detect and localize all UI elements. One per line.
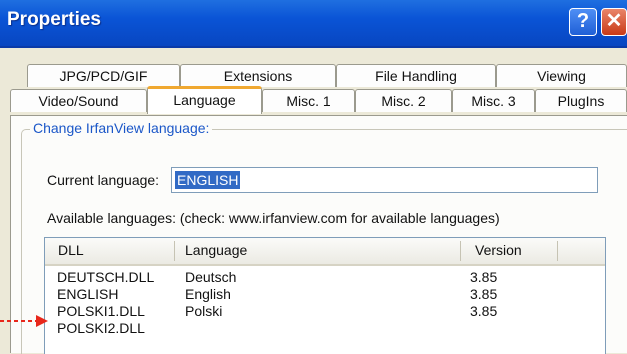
list-header: DLL Language Version [45, 238, 605, 266]
row-language: English [185, 286, 231, 302]
help-button[interactable]: ? [569, 8, 597, 36]
dashed-arrow-icon [0, 315, 48, 327]
column-language[interactable]: Language [185, 242, 247, 258]
tab-misc-2[interactable]: Misc. 2 [355, 89, 452, 112]
row-version: 3.85 [470, 286, 498, 302]
tab-extensions[interactable]: Extensions [180, 64, 336, 87]
row-dll[interactable]: POLSKI2.DLL [57, 320, 145, 336]
tab-misc-3[interactable]: Misc. 3 [452, 89, 535, 112]
tab-plugins[interactable]: PlugIns [535, 89, 627, 112]
column-dll[interactable]: DLL [58, 242, 84, 258]
group-label: Change IrfanView language: [30, 120, 213, 136]
row-language: Polski [185, 303, 223, 319]
window-title: Properties [7, 9, 101, 30]
tab-video-sound[interactable]: Video/Sound [10, 89, 147, 112]
close-button[interactable]: ✕ [601, 8, 627, 36]
column-version[interactable]: Version [475, 242, 522, 258]
row-dll[interactable]: DEUTSCH.DLL [57, 269, 154, 285]
row-version: 3.85 [470, 303, 498, 319]
current-language-label: Current language: [47, 172, 160, 188]
current-language-field[interactable]: ENGLISH [171, 167, 598, 193]
row-dll[interactable]: ENGLISH [57, 286, 118, 302]
tab-jpg-pcd-gif[interactable]: JPG/PCD/GIF [27, 64, 180, 87]
current-language-value: ENGLISH [175, 171, 241, 189]
title-bar: Properties ? ✕ [0, 0, 627, 48]
row-language: Deutsch [185, 269, 237, 285]
language-list[interactable]: DLL Language Version DEUTSCH.DLL Deutsch… [44, 237, 606, 354]
tab-language[interactable]: Language [147, 86, 262, 114]
row-dll[interactable]: POLSKI1.DLL [57, 303, 145, 319]
tab-viewing[interactable]: Viewing [496, 64, 627, 87]
row-version: 3.85 [470, 269, 498, 285]
available-languages-label: Available languages: (check: www.irfanvi… [47, 210, 500, 226]
tab-misc-1[interactable]: Misc. 1 [262, 89, 355, 112]
tab-file-handling[interactable]: File Handling [336, 64, 496, 87]
